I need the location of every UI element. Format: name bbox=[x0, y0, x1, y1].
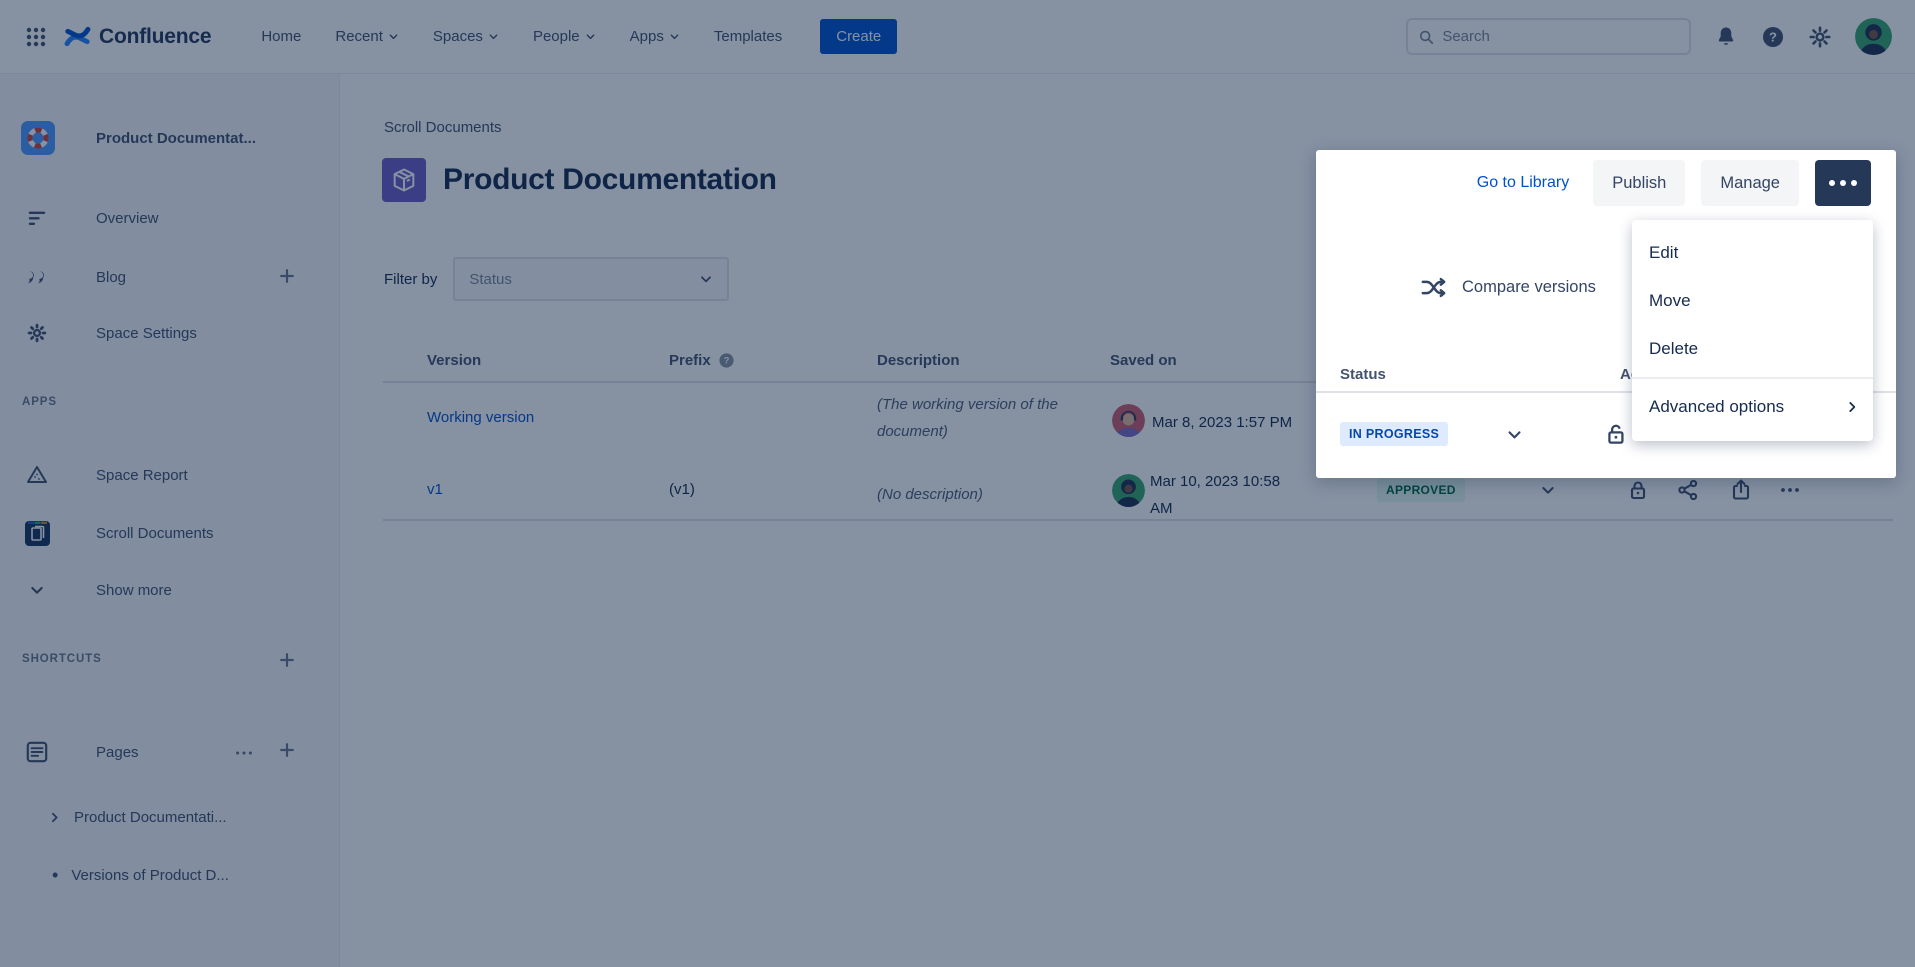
compare-shuffle-icon bbox=[1420, 274, 1447, 301]
status-chevron-icon[interactable] bbox=[1506, 426, 1523, 443]
unlock-icon[interactable] bbox=[1604, 421, 1630, 447]
menu-item-move[interactable]: Move bbox=[1632, 277, 1873, 325]
menu-item-edit[interactable]: Edit bbox=[1632, 229, 1873, 277]
go-to-library-link[interactable]: Go to Library bbox=[1477, 174, 1569, 192]
menu-divider bbox=[1632, 377, 1873, 379]
menu-item-delete[interactable]: Delete bbox=[1632, 325, 1873, 373]
compare-versions-button[interactable]: Compare versions bbox=[1420, 270, 1596, 304]
manage-button[interactable]: Manage bbox=[1701, 160, 1799, 206]
menu-item-advanced-options[interactable]: Advanced options bbox=[1632, 383, 1873, 431]
compare-versions-label: Compare versions bbox=[1462, 278, 1596, 297]
panel-column-header-status: Status bbox=[1340, 366, 1386, 383]
status-badge-in-progress[interactable]: IN PROGRESS bbox=[1340, 422, 1448, 446]
more-options-button[interactable] bbox=[1815, 160, 1871, 206]
chevron-right-icon bbox=[1845, 400, 1859, 414]
more-options-dropdown: Edit Move Delete Advanced options bbox=[1632, 220, 1873, 441]
publish-button[interactable]: Publish bbox=[1593, 160, 1685, 206]
modal-blanket-overlay[interactable] bbox=[0, 0, 1915, 967]
